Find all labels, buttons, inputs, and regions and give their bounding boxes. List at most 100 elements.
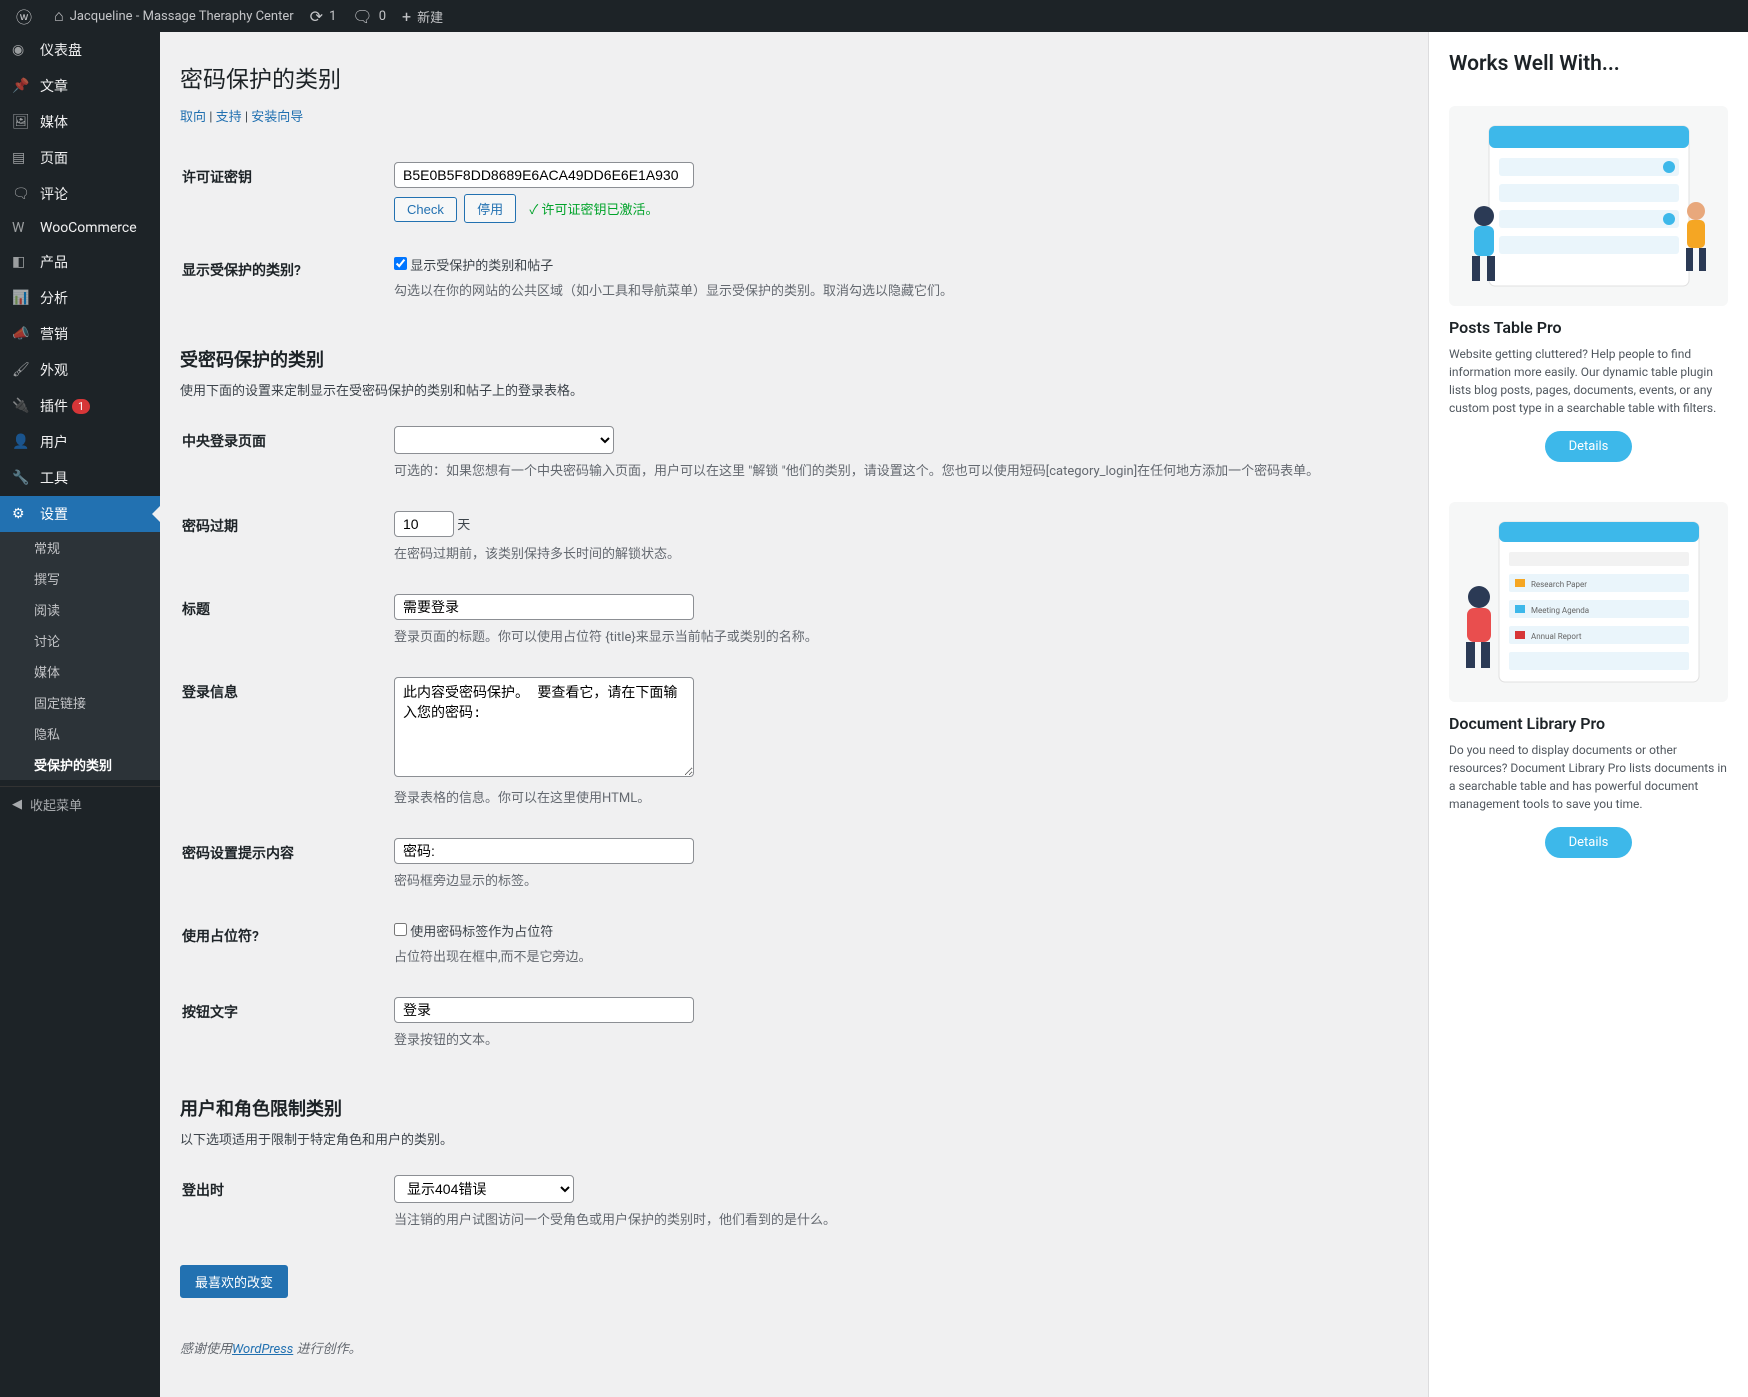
menu-marketing[interactable]: 📣 营销	[0, 316, 160, 352]
wordpress-icon: ⓦ	[16, 4, 32, 28]
megaphone-icon: 📣	[12, 326, 32, 342]
form-title-label: 标题	[182, 579, 382, 660]
section-roles-heading: 用户和角色限制类别	[180, 1095, 1408, 1121]
menu-label: 外观	[40, 360, 68, 380]
show-protected-desc: 勾选以在你的网站的公共区域（如小工具和导航菜单）显示受保护的类别。取消勾选以隐藏…	[394, 280, 1396, 299]
pwd-label-input[interactable]	[394, 838, 694, 864]
promo1-cta[interactable]: Details	[1545, 431, 1633, 462]
show-protected-text: 显示受保护的类别和帖子	[410, 259, 553, 274]
comments-count: 0	[379, 9, 386, 24]
menu-pages[interactable]: ▤页面	[0, 140, 160, 176]
submenu-discussion[interactable]: 讨论	[0, 625, 160, 656]
menu-label: 产品	[40, 252, 68, 272]
central-login-select[interactable]	[394, 426, 614, 454]
submenu-privacy[interactable]: 隐私	[0, 718, 160, 749]
collapse-menu[interactable]: ◀收起菜单	[0, 786, 160, 822]
promo2-title: Document Library Pro	[1449, 714, 1728, 733]
plus-icon: +	[402, 7, 411, 26]
footer-suffix: 进行创作。	[296, 1342, 361, 1357]
deactivate-button[interactable]: 停用	[464, 194, 516, 223]
license-status-text: 许可证密钥已激活。	[541, 203, 658, 218]
right-sidebar: Works Well With... Posts Table Pro Websi	[1428, 32, 1748, 1397]
logout-desc: 当注销的用户试图访问一个受角色或用户保护的类别时，他们看到的是什么。	[394, 1209, 1396, 1228]
user-icon: 👤	[12, 434, 32, 450]
login-msg-textarea[interactable]: 此内容受密码保护。 要查看它，请在下面输入您的密码:	[394, 677, 694, 777]
show-protected-checkbox[interactable]	[394, 257, 407, 270]
form-title-desc: 登录页面的标题。你可以使用占位符 {title}来显示当前帖子或类别的名称。	[394, 626, 1396, 645]
menu-products[interactable]: ◧产品	[0, 244, 160, 280]
site-name-label: Jacqueline - Massage Theraphy Center	[70, 9, 294, 24]
rightbar-heading: Works Well With...	[1449, 52, 1728, 76]
main-content: 密码保护的类别 取向 | 支持 | 安装向导 许可证密钥 Check 停用 ✓ …	[160, 32, 1428, 1397]
menu-plugins[interactable]: 🔌插件1	[0, 388, 160, 424]
menu-media[interactable]: 🖼媒体	[0, 104, 160, 140]
menu-users[interactable]: 👤用户	[0, 424, 160, 460]
dashboard-icon: ◉	[12, 42, 32, 58]
menu-settings[interactable]: ⚙设置	[0, 496, 160, 532]
placeholder-checkbox[interactable]	[394, 923, 407, 936]
menu-label: 文章	[40, 76, 68, 96]
central-login-desc: 可选的：如果您想有一个中央密码输入页面，用户可以在这里 "解锁 "他们的类别，请…	[394, 460, 1396, 479]
submenu-protected-categories[interactable]: 受保护的类别	[0, 749, 160, 780]
menu-label: WooCommerce	[40, 220, 137, 236]
menu-comments[interactable]: 🗨评论	[0, 176, 160, 212]
promo1-desc: Website getting cluttered? Help people t…	[1449, 345, 1728, 417]
expiry-input[interactable]	[394, 511, 454, 537]
button-text-desc: 登录按钮的文本。	[394, 1029, 1396, 1048]
page-icon: ▤	[12, 150, 32, 166]
license-status: ✓ 许可证密钥已激活。	[529, 203, 658, 218]
promo1-title: Posts Table Pro	[1449, 318, 1728, 337]
woo-icon: W	[12, 220, 32, 236]
menu-dashboard[interactable]: ◉ 仪表盘	[0, 32, 160, 68]
menu-label: 媒体	[40, 112, 68, 132]
link-setup[interactable]: 安装向导	[251, 110, 303, 125]
collapse-label: 收起菜单	[30, 795, 82, 814]
site-name[interactable]: ⌂Jacqueline - Massage Theraphy Center	[46, 0, 302, 32]
tool-icon: 🔧	[12, 470, 32, 486]
submenu-reading[interactable]: 阅读	[0, 594, 160, 625]
promo2-cta[interactable]: Details	[1545, 827, 1633, 858]
logout-select[interactable]: 显示404错误	[394, 1175, 574, 1203]
link-docs[interactable]: 取向	[180, 110, 206, 125]
pwd-label-desc: 密码框旁边显示的标签。	[394, 870, 1396, 889]
check-button[interactable]: Check	[394, 197, 457, 222]
menu-label: 设置	[40, 504, 68, 524]
menu-label: 营销	[40, 324, 68, 344]
wp-logo[interactable]: ⓦ	[8, 0, 46, 32]
submenu-media[interactable]: 媒体	[0, 656, 160, 687]
promo-image-1	[1449, 106, 1728, 306]
license-input[interactable]	[394, 162, 694, 188]
license-label: 许可证密钥	[182, 147, 382, 238]
save-button[interactable]: 最喜欢的改变	[180, 1265, 288, 1298]
updates[interactable]: ⟳1	[302, 0, 345, 32]
pwd-label-label: 密码设置提示内容	[182, 823, 382, 904]
new-content[interactable]: +新建	[394, 0, 451, 32]
submenu-writing[interactable]: 撰写	[0, 563, 160, 594]
menu-label: 仪表盘	[40, 40, 82, 60]
menu-tools[interactable]: 🔧工具	[0, 460, 160, 496]
expiry-label: 密码过期	[182, 496, 382, 577]
comments[interactable]: 🗨0	[344, 0, 394, 32]
menu-posts[interactable]: 📌 文章	[0, 68, 160, 104]
chart-icon: 📊	[12, 290, 32, 306]
menu-analytics[interactable]: 📊 分析	[0, 280, 160, 316]
submenu-general[interactable]: 常规	[0, 532, 160, 563]
update-icon: ⟳	[310, 7, 323, 26]
login-msg-desc: 登录表格的信息。你可以在这里使用HTML。	[394, 787, 1396, 806]
expiry-unit: 天	[457, 518, 470, 533]
footer-wp-link[interactable]: WordPress	[232, 1342, 293, 1357]
button-text-input[interactable]	[394, 997, 694, 1023]
submenu-permalinks[interactable]: 固定链接	[0, 687, 160, 718]
form-title-input[interactable]	[394, 594, 694, 620]
menu-woocommerce[interactable]: W WooCommerce	[0, 212, 160, 244]
promo-doc-library: Research Paper Meeting Agenda Annual Rep…	[1449, 502, 1728, 858]
logout-label: 登出时	[182, 1160, 382, 1243]
menu-label: 分析	[40, 288, 68, 308]
placeholder-label: 使用占位符?	[182, 906, 382, 980]
promo-posts-table: Posts Table Pro Website getting cluttere…	[1449, 106, 1728, 462]
admin-sidebar: ◉ 仪表盘 📌 文章 🖼媒体 ▤页面 🗨评论 W WooCommerce ◧产品 📊 分…	[0, 32, 160, 1397]
menu-appearance[interactable]: 🖌外观	[0, 352, 160, 388]
link-support[interactable]: 支持	[216, 110, 242, 125]
pin-icon: 📌	[12, 78, 32, 94]
menu-label: 评论	[40, 184, 68, 204]
